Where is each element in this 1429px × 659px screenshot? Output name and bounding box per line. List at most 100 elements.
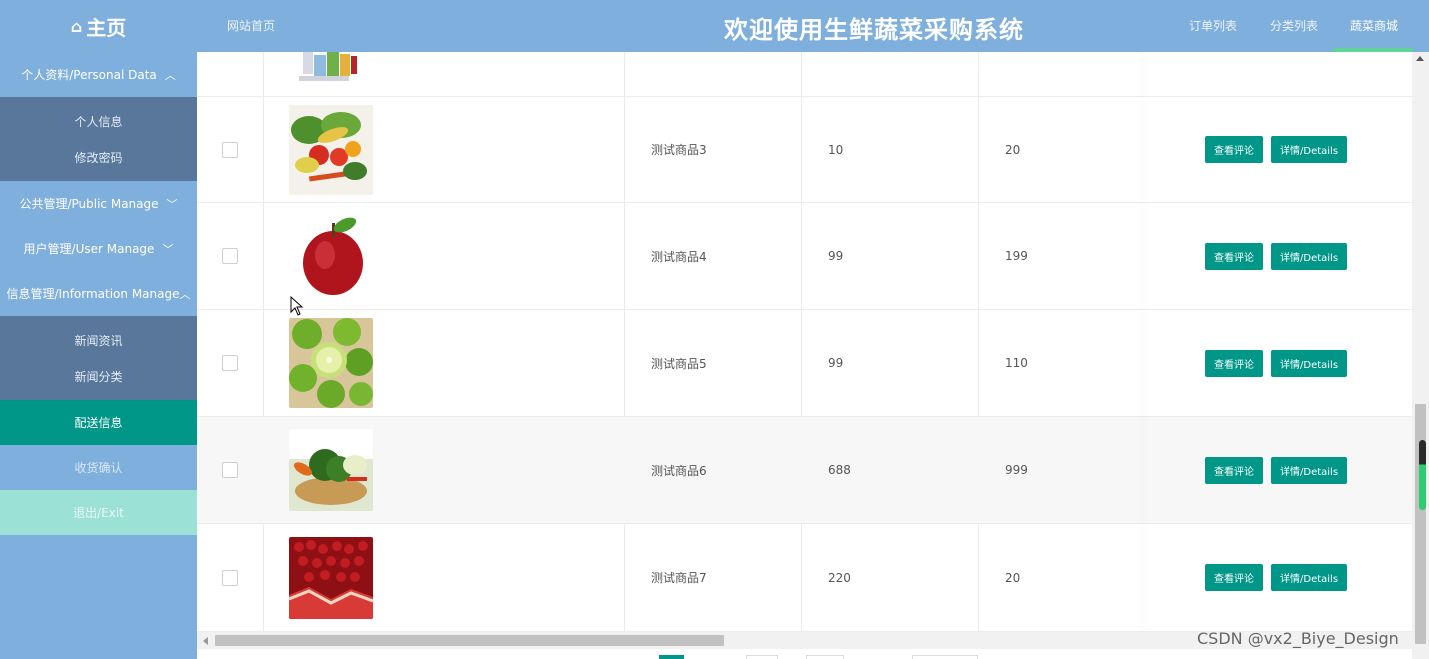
sidebar-item-receipt[interactable]: 收货确认 bbox=[0, 445, 197, 490]
details-button[interactable]: 详情/Details bbox=[1271, 136, 1348, 163]
product-value-a: 688 bbox=[828, 463, 851, 477]
sidebar-submenu-personal: 个人信息 修改密码 bbox=[0, 97, 197, 181]
sidebar-item-change-password[interactable]: 修改密码 bbox=[0, 139, 197, 175]
horizontal-scroll-thumb[interactable] bbox=[215, 635, 724, 646]
product-thumbnail bbox=[289, 52, 373, 96]
row-checkbox-cell bbox=[222, 97, 238, 202]
sidebar-item-exit[interactable]: 退出/Exit bbox=[0, 490, 197, 535]
row-actions: 查看评论 详情/Details bbox=[1205, 417, 1348, 523]
sidebar-group-label: 公共管理/Public Manage bbox=[19, 197, 159, 211]
sidebar-item-personal-info[interactable]: 个人信息 bbox=[0, 103, 197, 139]
product-image-cell bbox=[289, 310, 373, 416]
nav-vegetable-mall[interactable]: 蔬菜商城 bbox=[1350, 17, 1398, 34]
vertical-scrollbar[interactable] bbox=[1412, 52, 1429, 659]
row-checkbox-cell bbox=[222, 310, 238, 416]
home-logo[interactable]: ⌂ 主页 bbox=[0, 0, 197, 52]
row-checkbox[interactable] bbox=[222, 569, 238, 586]
side-indicator-bar bbox=[1419, 440, 1426, 510]
row-checkbox[interactable] bbox=[222, 141, 238, 158]
product-name: 测试商品6 bbox=[651, 463, 707, 478]
row-actions: 查看评论 详情/Details bbox=[1205, 310, 1348, 416]
sidebar-group-personal[interactable]: 个人资料/Personal Data ︿ bbox=[0, 52, 197, 97]
details-button[interactable]: 详情/Details bbox=[1271, 456, 1348, 484]
product-name: 测试商品5 bbox=[651, 356, 707, 371]
product-name: 测试商品3 bbox=[651, 143, 707, 157]
pagination-size-select[interactable] bbox=[912, 655, 978, 659]
product-value-b: 199 bbox=[1005, 249, 1028, 263]
scroll-up-arrow-icon[interactable] bbox=[1416, 56, 1424, 61]
view-reviews-button[interactable]: 查看评论 bbox=[1205, 564, 1263, 591]
row-checkbox[interactable] bbox=[222, 248, 238, 264]
watermark: CSDN @vx2_Biye_Design bbox=[1197, 629, 1399, 648]
sidebar-group-public[interactable]: 公共管理/Public Manage ﹀ bbox=[0, 181, 197, 226]
chevron-down-icon: ﹀ bbox=[162, 242, 174, 256]
sidebar: 个人资料/Personal Data ︿ 个人信息 修改密码 公共管理/Publ… bbox=[0, 52, 197, 659]
product-thumbnail bbox=[289, 536, 373, 619]
sidebar-item-delivery[interactable]: 配送信息 bbox=[0, 400, 197, 445]
product-thumbnail bbox=[289, 429, 373, 511]
fixed-column-shadow bbox=[1145, 52, 1146, 632]
sidebar-group-label: 信息管理/Information Manage bbox=[6, 287, 180, 301]
product-thumbnail bbox=[289, 211, 373, 301]
sidebar-group-user[interactable]: 用户管理/User Manage ﹀ bbox=[0, 226, 197, 271]
details-button[interactable]: 详情/Details bbox=[1271, 242, 1348, 270]
row-checkbox-cell bbox=[222, 417, 238, 523]
sidebar-submenu-info: 新闻资讯 新闻分类 bbox=[0, 316, 197, 400]
mouse-cursor-icon bbox=[290, 296, 304, 316]
product-value-b: 20 bbox=[1005, 570, 1021, 585]
row-actions: 查看评论 详情/Details bbox=[1205, 524, 1348, 631]
details-button[interactable]: 详情/Details bbox=[1271, 349, 1348, 377]
chevron-down-icon: ﹀ bbox=[166, 197, 178, 211]
site-home-link[interactable]: 网站首页 bbox=[227, 17, 275, 34]
sidebar-item-news-category[interactable]: 新闻分类 bbox=[0, 358, 197, 394]
product-name: 测试商品4 bbox=[651, 249, 707, 264]
table-row bbox=[197, 52, 1412, 97]
system-title: 欢迎使用生鲜蔬菜采购系统 bbox=[724, 16, 1024, 44]
pagination-page[interactable] bbox=[806, 655, 844, 659]
chevron-up-icon: ︿ bbox=[179, 287, 191, 301]
home-icon: ⌂ bbox=[70, 16, 83, 36]
nav-category-list[interactable]: 分类列表 bbox=[1270, 17, 1318, 34]
product-thumbnail bbox=[289, 318, 373, 408]
row-checkbox-cell bbox=[222, 203, 238, 309]
table-row: 测试商品6 688 999 查看评论 详情/Details bbox=[197, 417, 1412, 524]
pagination-page[interactable] bbox=[746, 655, 778, 659]
sidebar-item-news[interactable]: 新闻资讯 bbox=[0, 322, 197, 358]
product-thumbnail bbox=[289, 104, 373, 195]
red-apple-image bbox=[289, 211, 373, 301]
product-table-area: 测试商品3 10 20 查看评论 详情/Details 测试商品4 99 199… bbox=[197, 52, 1412, 632]
view-reviews-button[interactable]: 查看评论 bbox=[1205, 242, 1263, 270]
table-row: 测试商品3 10 20 查看评论 详情/Details bbox=[197, 97, 1412, 203]
nav-order-list[interactable]: 订单列表 bbox=[1189, 17, 1237, 34]
packaged-goods-image bbox=[299, 52, 357, 81]
top-bar: ⌂ 主页 网站首页 欢迎使用生鲜蔬菜采购系统 订单列表 分类列表 蔬菜商城 bbox=[0, 0, 1429, 52]
row-actions: 查看评论 详情/Details bbox=[1205, 97, 1348, 202]
view-reviews-button[interactable]: 查看评论 bbox=[1205, 136, 1263, 163]
row-checkbox[interactable] bbox=[222, 355, 238, 371]
row-checkbox[interactable] bbox=[222, 462, 238, 478]
table-row: 测试商品4 99 199 查看评论 详情/Details bbox=[197, 203, 1412, 310]
product-image-cell bbox=[289, 417, 373, 523]
product-value-b: 999 bbox=[1005, 463, 1028, 477]
pomegranate-image bbox=[289, 536, 373, 619]
product-image-cell bbox=[289, 524, 373, 631]
details-button[interactable]: 详情/Details bbox=[1271, 564, 1348, 591]
chevron-up-icon: ︿ bbox=[164, 68, 176, 82]
product-image-cell bbox=[289, 97, 373, 202]
scroll-left-arrow-icon[interactable] bbox=[203, 637, 208, 645]
view-reviews-button[interactable]: 查看评论 bbox=[1205, 456, 1263, 484]
product-value-a: 99 bbox=[828, 356, 844, 370]
product-value-b: 20 bbox=[1005, 142, 1021, 157]
product-value-a: 99 bbox=[828, 249, 844, 263]
broccoli-basket-image bbox=[289, 429, 373, 511]
sidebar-group-label: 用户管理/User Manage bbox=[23, 242, 155, 256]
sidebar-group-info[interactable]: 信息管理/Information Manage ︿ bbox=[0, 271, 197, 316]
view-reviews-button[interactable]: 查看评论 bbox=[1205, 349, 1263, 377]
mixed-vegetables-image bbox=[289, 104, 373, 195]
product-value-b: 110 bbox=[1005, 356, 1028, 370]
table-row: 测试商品7 220 20 查看评论 详情/Details bbox=[197, 524, 1412, 632]
sidebar-group-label: 个人资料/Personal Data bbox=[21, 68, 157, 82]
logo-text: 主页 bbox=[86, 15, 127, 40]
pagination-current-page[interactable] bbox=[659, 655, 684, 659]
product-value-a: 10 bbox=[828, 142, 844, 157]
